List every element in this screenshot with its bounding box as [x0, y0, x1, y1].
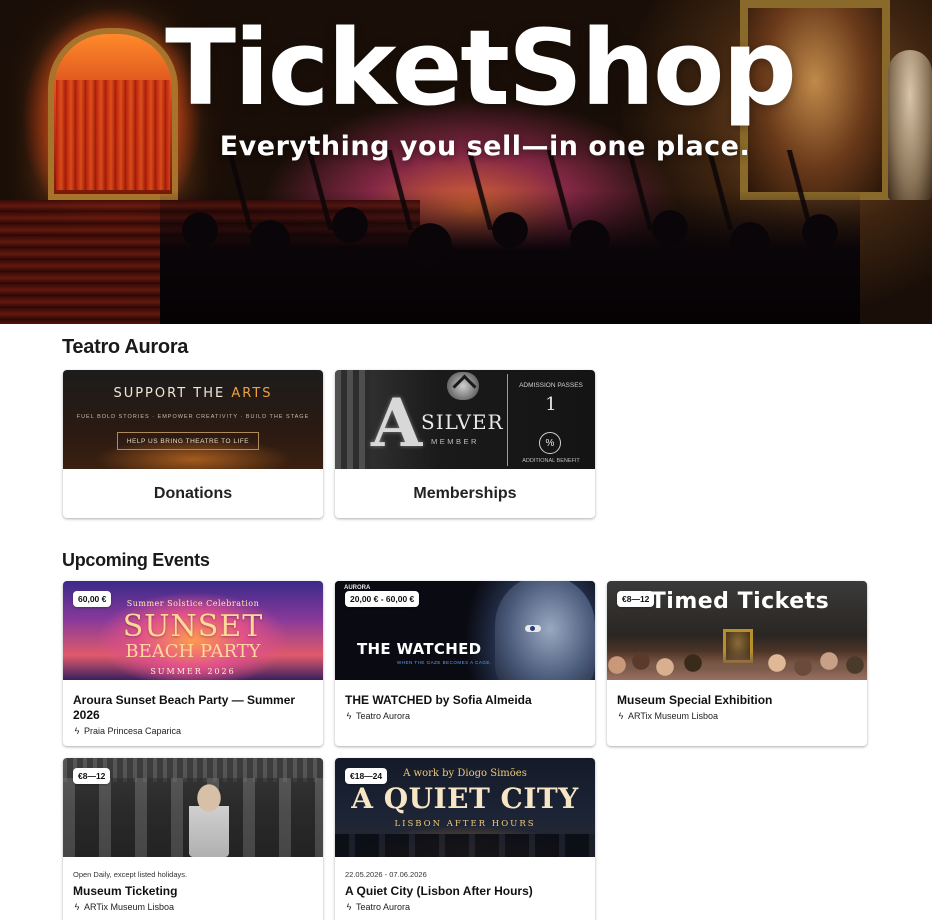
memberships-passes-label: ADMISSION PASSES [519, 382, 583, 389]
donations-headline: SUPPORT THE ARTS [113, 386, 273, 401]
memberships-columns [335, 370, 371, 469]
price-badge: €18—24 [345, 768, 388, 784]
hero-banner: TicketShop Everything you sell—in one pl… [0, 0, 932, 324]
hero-title: TicketShop [165, 7, 797, 129]
memberships-big-letter: A [371, 384, 423, 462]
event-venue: ϟ ARTix Museum Lisboa [73, 902, 313, 912]
event-venue: ϟ ARTix Museum Lisboa [617, 711, 857, 721]
event-thumbnail: AURORA THE WATCHED WHEN THE GAZE BECOMES… [335, 581, 595, 680]
donations-tagline: FUEL BOLD STORIES · EMPOWER CREATIVITY ·… [76, 414, 310, 420]
memberships-tier: SILVER [421, 410, 504, 434]
event-meta: Open Daily, except listed holidays. [73, 870, 188, 879]
event-card[interactable]: Timed Tickets €8—12 Museum Special Exhib… [607, 581, 867, 746]
event-card[interactable]: €8—12 Open Daily, except listed holidays… [63, 758, 323, 920]
location-pin-icon: ϟ [618, 711, 624, 721]
event-title: Museum Special Exhibition [617, 693, 773, 707]
price-badge: €8—12 [617, 591, 655, 607]
memberships-label: Memberships [413, 484, 517, 502]
event-thumbnail: Timed Tickets €8—12 [607, 581, 867, 680]
event-venue-name: Praia Princesa Caparica [84, 726, 182, 736]
donations-banner-button: HELP US BRING THEATRE TO LIFE [117, 432, 259, 450]
price-badge: 60,00 € [73, 591, 112, 607]
event-thumb-crowd [607, 651, 867, 680]
event-thumb-skyline [335, 834, 595, 857]
event-venue: ϟ Teatro Aurora [345, 902, 585, 912]
price-badge: 20,00 € - 60,00 € [345, 591, 420, 607]
event-thumb-text: SUNSET [122, 609, 264, 644]
event-card[interactable]: Summer Solstice Celebration SUNSET BEACH… [63, 581, 323, 746]
event-thumbnail: A work by Diogo Simões A QUIET CITY LISB… [335, 758, 595, 857]
price-badge: €8—12 [73, 768, 111, 784]
donations-thumbnail: SUPPORT THE ARTS FUEL BOLD STORIES · EMP… [63, 370, 323, 469]
memberships-divider [507, 374, 508, 466]
event-thumb-text: WHEN THE GAZE BECOMES A CAGE. [397, 660, 492, 665]
event-thumb-text: THE WATCHED [357, 640, 482, 658]
event-thumb-text: SUMMER 2026 [150, 667, 236, 676]
memberships-benefit-label: ADDITIONAL BENEFIT [522, 458, 580, 464]
event-title: Museum Ticketing [73, 884, 178, 898]
event-thumb-text: LISBON AFTER HOURS [394, 819, 536, 829]
event-title: Aroura Sunset Beach Party — Summer 2026 [73, 693, 296, 722]
event-thumb-face [495, 581, 595, 680]
memberships-thumbnail: A SILVER MEMBER ADMISSION PASSES 1 % ADD… [335, 370, 595, 469]
event-title: THE WATCHED by Sofia Almeida [345, 693, 532, 707]
donations-label: Donations [153, 484, 233, 502]
event-venue-name: ARTix Museum Lisboa [628, 711, 719, 721]
event-venue: ϟ Teatro Aurora [345, 711, 585, 721]
event-venue-name: Teatro Aurora [356, 711, 411, 721]
event-venue-name: Teatro Aurora [356, 902, 411, 912]
event-venue-name: ARTix Museum Lisboa [84, 902, 175, 912]
location-pin-icon: ϟ [74, 726, 80, 736]
venue-section-title: Teatro Aurora [62, 336, 189, 358]
event-thumb-text: BEACH PARTY [125, 641, 261, 662]
event-card[interactable]: A work by Diogo Simões A QUIET CITY LISB… [335, 758, 595, 920]
event-thumbnail: €8—12 [63, 758, 323, 857]
event-thumb-text: A QUIET CITY [351, 782, 579, 815]
location-pin-icon: ϟ [74, 902, 80, 912]
hero-crowd [160, 190, 860, 324]
hero-subtitle: Everything you sell—in one place. [219, 131, 751, 162]
memberships-passes-value: 1 [545, 394, 557, 415]
chevron-up-icon [447, 372, 479, 400]
memberships-tier-subtitle: MEMBER [431, 437, 479, 446]
location-pin-icon: ϟ [346, 902, 352, 912]
events-section-title: Upcoming Events [62, 550, 210, 570]
event-thumbnail: Summer Solstice Celebration SUNSET BEACH… [63, 581, 323, 680]
memberships-card[interactable]: A SILVER MEMBER ADMISSION PASSES 1 % ADD… [335, 370, 595, 518]
event-meta: 22.05.2026 - 07.06.2026 [345, 870, 427, 879]
event-thumb-eye [525, 625, 541, 632]
event-venue: ϟ Praia Princesa Caparica [73, 726, 313, 736]
percent-icon: % [539, 432, 561, 454]
donations-card[interactable]: SUPPORT THE ARTS FUEL BOLD STORIES · EMP… [63, 370, 323, 518]
event-card[interactable]: AURORA THE WATCHED WHEN THE GAZE BECOMES… [335, 581, 595, 746]
location-pin-icon: ϟ [346, 711, 352, 721]
event-title: A Quiet City (Lisbon After Hours) [345, 884, 533, 898]
event-thumb-person [189, 784, 229, 857]
